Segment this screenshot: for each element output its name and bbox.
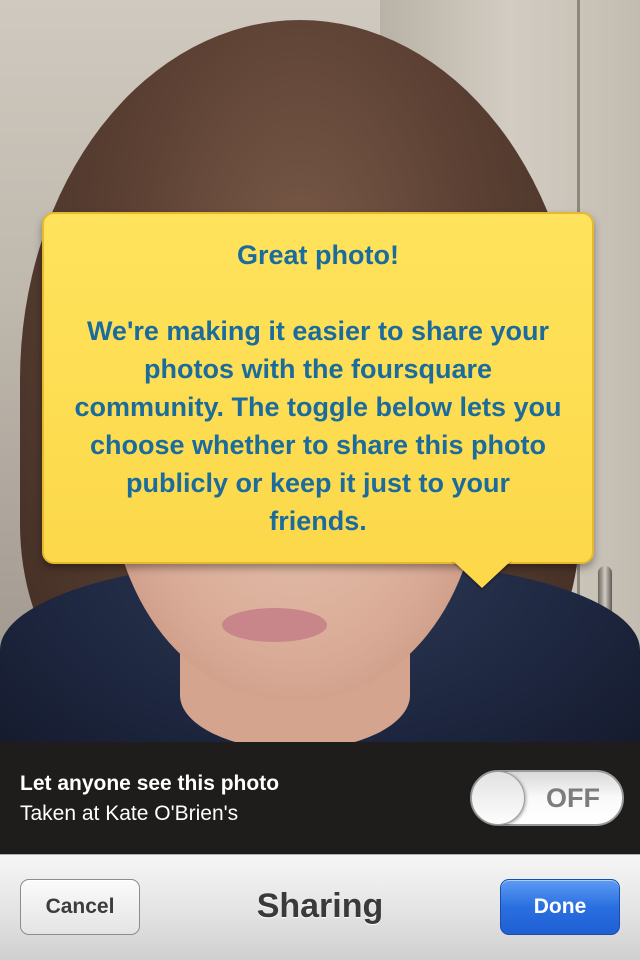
sharing-screen: Great photo! We're making it easier to s…: [0, 0, 640, 960]
bottom-nav-bar: Cancel Sharing Done: [0, 854, 640, 960]
page-title: Sharing: [256, 887, 384, 925]
photo-lips: [222, 608, 327, 642]
toggle-state-label: OFF: [546, 783, 600, 813]
tooltip-title: Great photo!: [237, 240, 399, 270]
toggle-knob: [471, 771, 525, 825]
cancel-button[interactable]: Cancel: [20, 879, 140, 935]
done-button[interactable]: Done: [500, 879, 620, 935]
tooltip-body: We're making it easier to share your pho…: [74, 316, 562, 536]
tooltip-pointer: [452, 560, 512, 588]
share-setting-label: Let anyone see this photo: [20, 772, 280, 795]
share-publicly-toggle[interactable]: OFF: [470, 770, 624, 826]
share-setting-sublabel: Taken at Kate O'Brien's: [20, 802, 239, 825]
share-setting-row: Let anyone see this photo Taken at Kate …: [0, 742, 640, 854]
sharing-tooltip: Great photo! We're making it easier to s…: [42, 212, 594, 564]
